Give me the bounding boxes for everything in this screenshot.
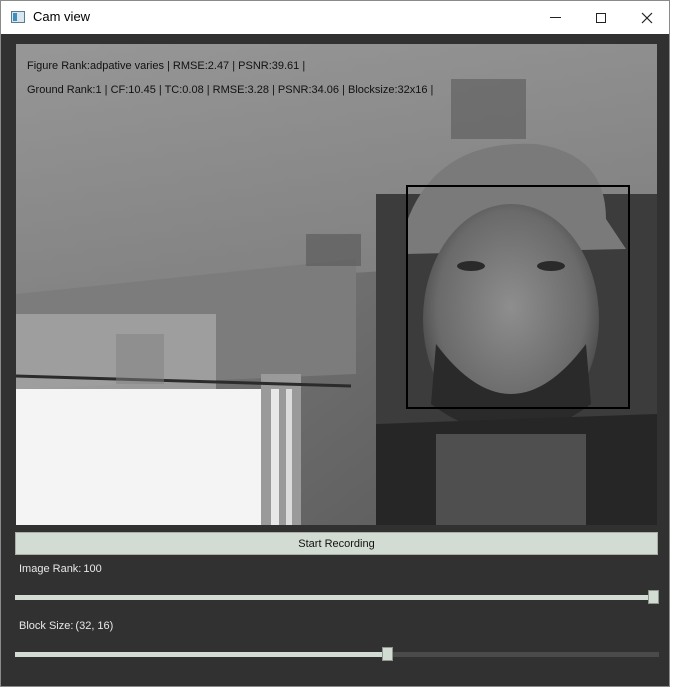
- camera-frame-image: [16, 44, 657, 525]
- title-bar: Cam view: [1, 1, 669, 34]
- maximize-button[interactable]: [578, 1, 624, 34]
- camera-feed: Figure Rank:adpative varies | RMSE:2.47 …: [16, 44, 657, 525]
- minimize-icon: [549, 17, 561, 18]
- image-rank-label-text: Image Rank:: [19, 563, 82, 575]
- window-title: Cam view: [33, 9, 91, 24]
- metrics-overlay-line-2: Ground Rank:1 | CF:10.45 | TC:0.08 | RMS…: [27, 84, 434, 96]
- close-icon: [641, 12, 653, 23]
- image-rank-label: Image Rank: 100: [19, 563, 102, 575]
- block-size-slider-handle[interactable]: [382, 647, 393, 661]
- block-size-value: (32, 16): [75, 620, 114, 632]
- minimize-button[interactable]: [532, 1, 578, 34]
- image-rank-slider-fill: [15, 595, 653, 600]
- image-rank-value: 100: [83, 563, 102, 575]
- start-recording-button[interactable]: Start Recording: [15, 532, 658, 555]
- block-size-slider[interactable]: [15, 647, 659, 661]
- cam-view-window: Cam view Figure Rank:adpative varies | R…: [0, 0, 670, 687]
- block-size-slider-groove[interactable]: [15, 652, 659, 657]
- block-size-label: Block Size: (32, 16): [19, 620, 113, 632]
- image-rank-slider[interactable]: [15, 590, 659, 604]
- image-rank-slider-handle[interactable]: [648, 590, 659, 604]
- maximize-icon: [596, 12, 606, 23]
- block-size-label-text: Block Size:: [19, 620, 74, 632]
- metrics-overlay-line-1: Figure Rank:adpative varies | RMSE:2.47 …: [27, 60, 306, 72]
- image-rank-slider-groove[interactable]: [15, 595, 659, 600]
- close-button[interactable]: [624, 1, 670, 34]
- app-window-icon: [11, 11, 25, 23]
- block-size-slider-fill: [15, 652, 387, 657]
